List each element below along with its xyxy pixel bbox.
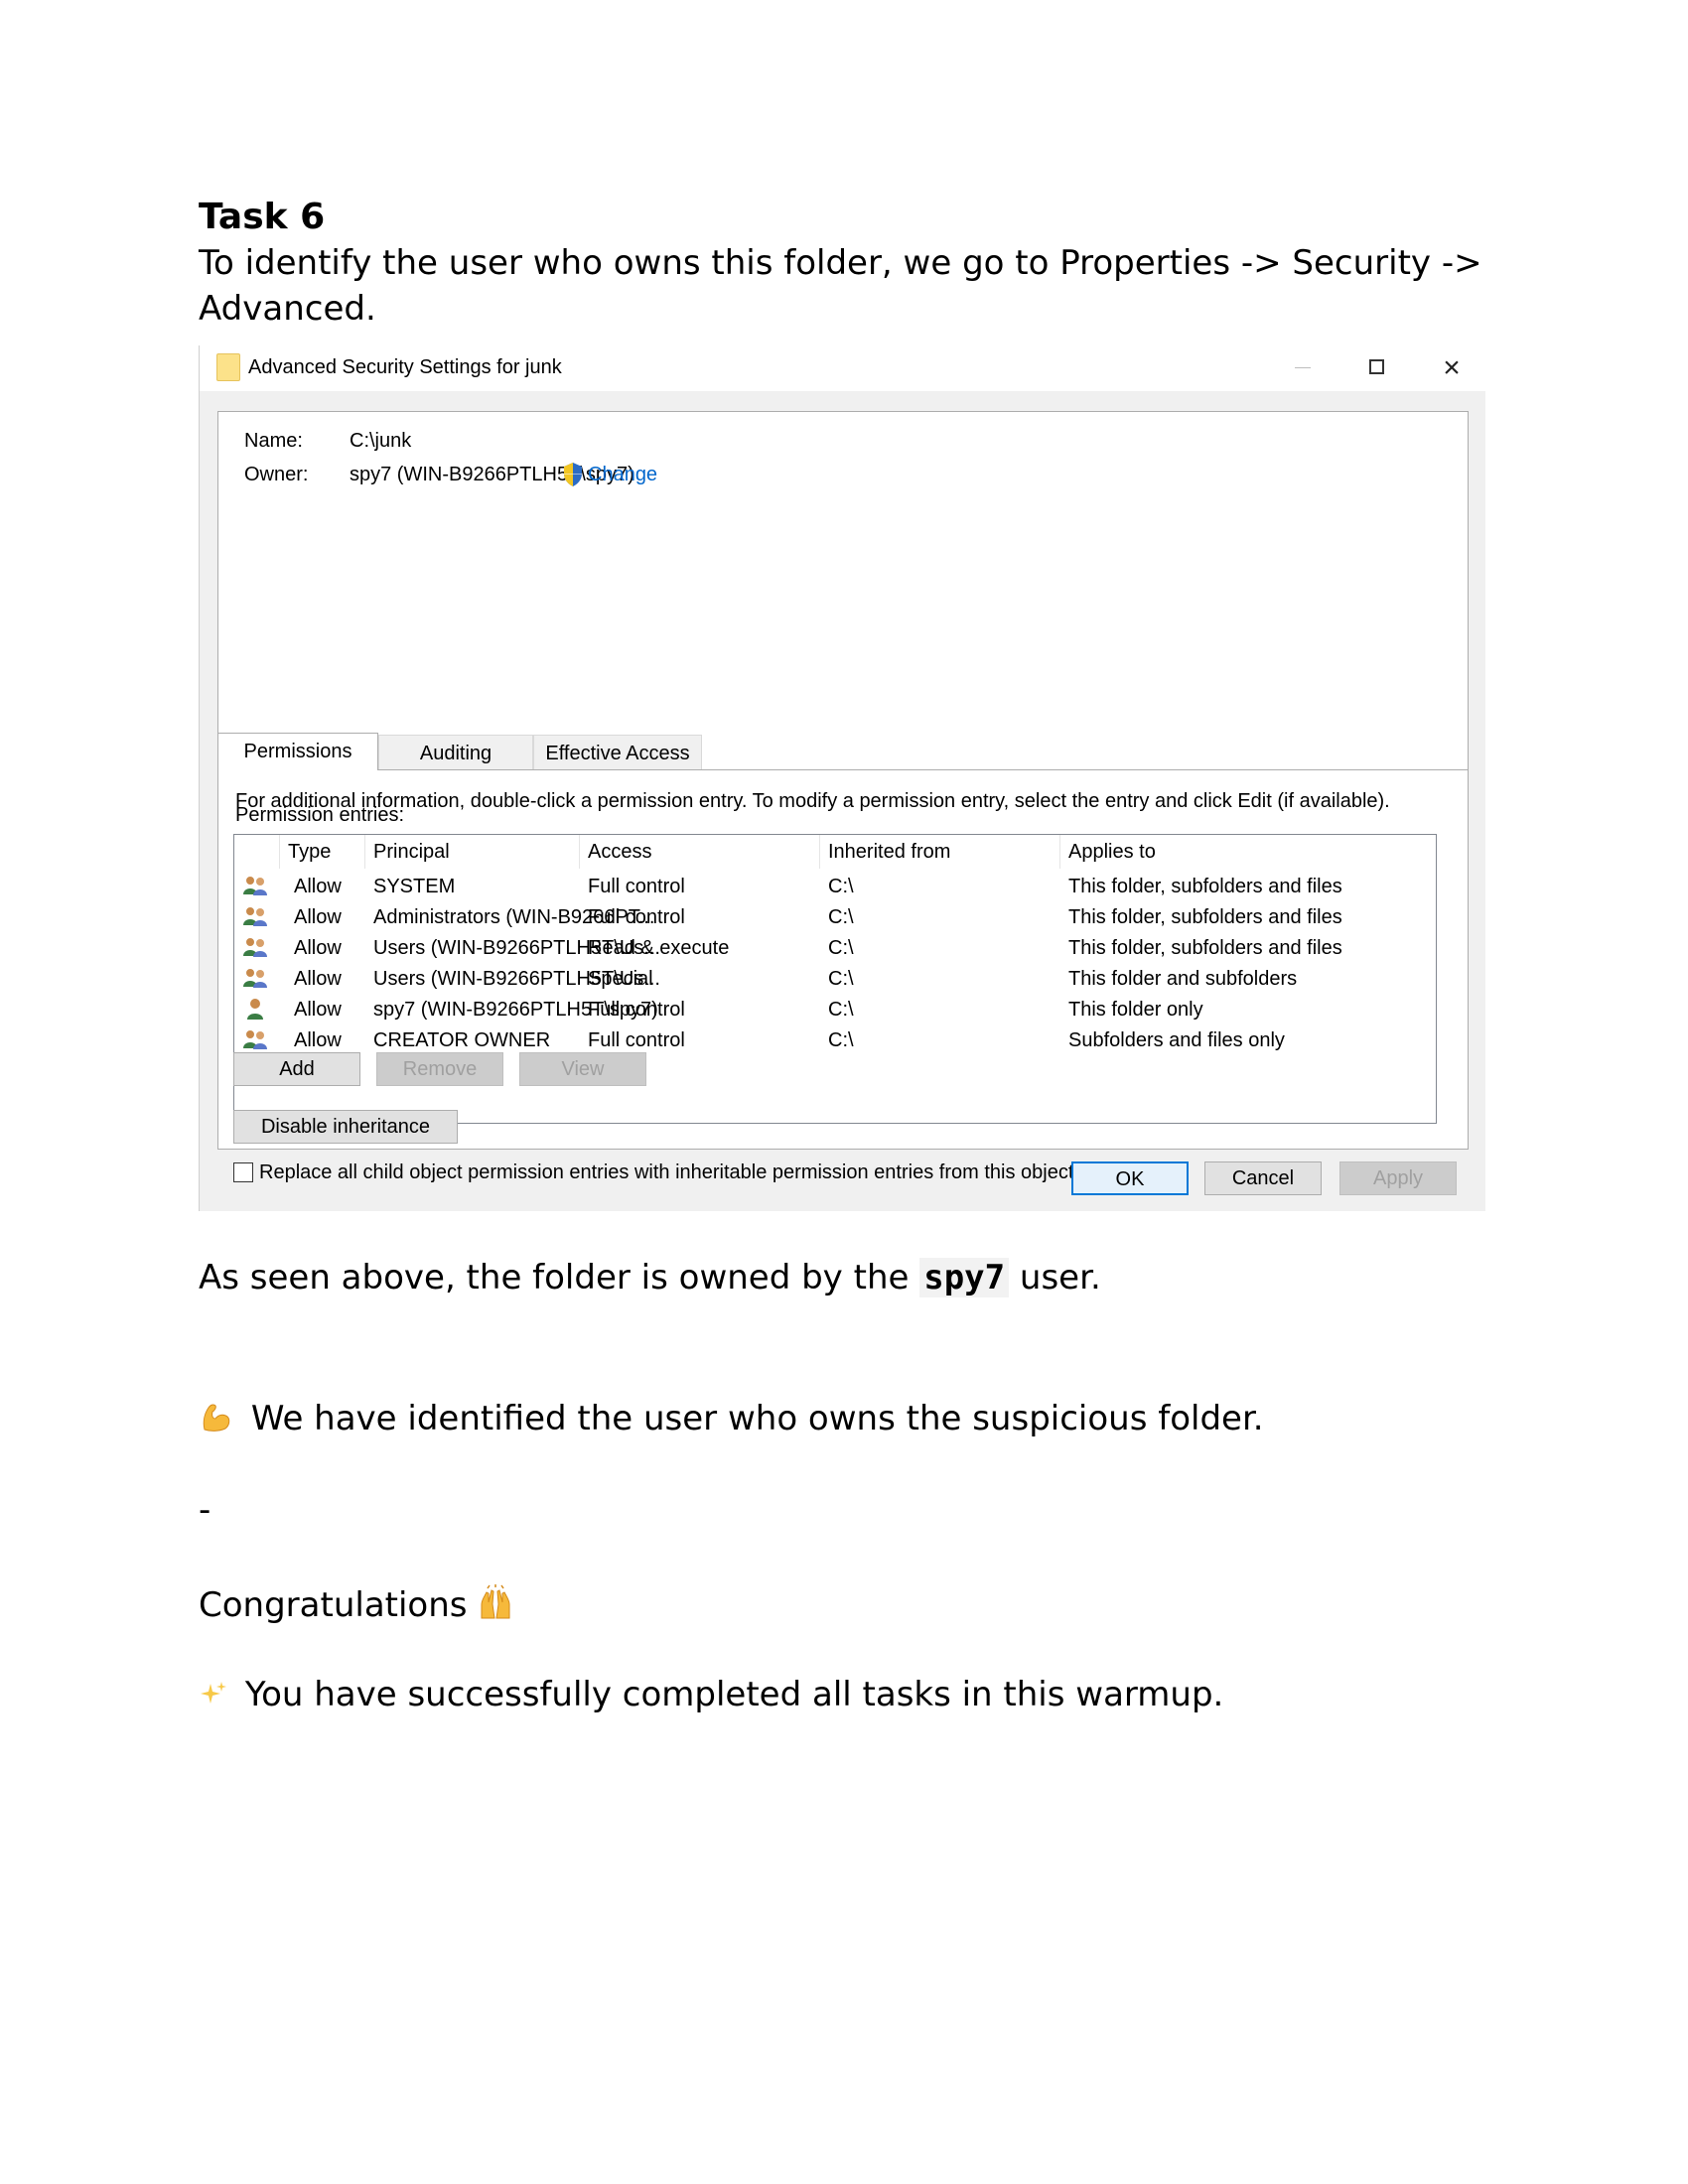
row-inherited-cell: C:\ [828, 937, 854, 959]
row-inherited-cell: C:\ [828, 1029, 854, 1051]
column-header-inherited[interactable]: Inherited from [820, 835, 1060, 869]
replace-entries-checkbox[interactable] [233, 1162, 253, 1182]
task-heading: Task 6 [199, 197, 326, 237]
table-row[interactable]: Allow Users (WIN-B9266PTLH5T\Us... Special… [234, 963, 1436, 995]
name-value: C:\junk [350, 430, 412, 452]
tab-divider [378, 769, 1469, 770]
remove-button[interactable]: Remove [376, 1052, 503, 1086]
sparkles-icon [201, 1682, 226, 1704]
separator-dash: - [199, 1490, 211, 1530]
row-inherited-cell: C:\ [828, 906, 854, 928]
single-user-icon [247, 999, 263, 1020]
row-access-cell: Read & execute [588, 937, 730, 959]
apply-button[interactable]: Apply [1339, 1161, 1457, 1195]
permission-entries-label: Permission entries: [235, 804, 405, 826]
row-applies-cell: This folder, subfolders and files [1068, 876, 1342, 897]
row-type-cell: Allow [294, 999, 342, 1021]
table-row[interactable]: Allow SYSTEM Full control C:\ This folder, s… [234, 871, 1436, 902]
row-inherited-cell: C:\ [828, 999, 854, 1021]
row-principal-cell: SYSTEM [373, 876, 456, 897]
cancel-button[interactable]: Cancel [1204, 1161, 1322, 1195]
column-header-access[interactable]: Access [580, 835, 820, 869]
row-type-cell: Allow [294, 906, 342, 928]
row-access-cell: Special [588, 968, 653, 990]
disable-inheritance-button[interactable]: Disable inheritance [233, 1110, 458, 1144]
add-button[interactable]: Add [233, 1052, 360, 1086]
ok-button[interactable]: OK [1071, 1161, 1189, 1195]
completed-text: You have successfully completed all task… [244, 1675, 1224, 1714]
row-inherited-cell: C:\ [828, 876, 854, 897]
row-type-cell: Allow [294, 876, 342, 897]
row-type-cell: Allow [294, 968, 342, 990]
replace-entries-label[interactable]: Replace all child object permission entr… [259, 1160, 1073, 1185]
row-applies-cell: This folder, subfolders and files [1068, 937, 1342, 959]
users-group-icon [243, 877, 267, 895]
row-inherited-cell: C:\ [828, 968, 854, 990]
folder-icon [216, 353, 240, 381]
column-header-applies[interactable]: Applies to [1060, 835, 1436, 869]
minimize-icon[interactable] [1278, 345, 1328, 391]
owner-label: Owner: [244, 464, 309, 485]
tab-auditing[interactable]: Auditing [378, 735, 533, 770]
users-group-icon [243, 907, 267, 926]
row-type-cell: Allow [294, 937, 342, 959]
congratulations-line: Congratulations [199, 1582, 513, 1628]
close-icon[interactable]: × [1427, 345, 1477, 391]
tab-permissions[interactable]: Permissions [217, 733, 378, 770]
view-button[interactable]: View [519, 1052, 646, 1086]
completed-line: You have successfully completed all task… [199, 1672, 1223, 1717]
row-applies-cell: This folder, subfolders and files [1068, 906, 1342, 928]
row-applies-cell: This folder and subfolders [1068, 968, 1298, 990]
tab-effective-access[interactable]: Effective Access [533, 735, 702, 770]
users-group-icon [243, 969, 267, 988]
column-header-type[interactable]: Type [280, 835, 365, 869]
title-bar[interactable]: Advanced Security Settings for junk × [200, 345, 1486, 391]
uac-shield-icon [564, 463, 582, 486]
info-text: For additional information, double-click… [235, 790, 1390, 812]
column-header-icon [234, 835, 280, 869]
owner-conclusion-prefix: As seen above, the folder is owned by th… [199, 1258, 920, 1297]
owner-conclusion: As seen above, the folder is owned by th… [199, 1255, 1101, 1300]
row-access-cell: Full control [588, 999, 685, 1021]
maximize-icon[interactable] [1353, 345, 1403, 391]
owner-username: spy7 [919, 1258, 1010, 1297]
row-applies-cell: Subfolders and files only [1068, 1029, 1285, 1051]
identified-text: We have identified the user who owns the… [250, 1399, 1264, 1438]
users-group-icon [243, 938, 267, 957]
users-group-icon [243, 1030, 267, 1049]
raising-hands-icon [481, 1584, 510, 1619]
column-header-principal[interactable]: Principal [365, 835, 580, 869]
row-applies-cell: This folder only [1068, 999, 1203, 1021]
congratulations-text: Congratulations [199, 1585, 468, 1625]
table-row[interactable]: Allow Users (WIN-B9266PTLH5T\Us... Read & … [234, 932, 1436, 964]
table-row[interactable]: Allow Administrators (WIN-B9266PT... Full … [234, 901, 1436, 933]
window-title: Advanced Security Settings for junk [248, 356, 562, 378]
row-access-cell: Full control [588, 906, 685, 928]
change-owner-link[interactable]: Change [588, 462, 657, 487]
advanced-security-dialog: Advanced Security Settings for junk × Na… [199, 345, 1486, 1211]
table-row[interactable]: Allow spy7 (WIN-B9266PTLH5T\spy7) Full con… [234, 994, 1436, 1025]
row-access-cell: Full control [588, 876, 685, 897]
flexed-biceps-icon [203, 1404, 230, 1432]
name-label: Name: [244, 430, 303, 452]
owner-conclusion-suffix: user. [1009, 1258, 1101, 1297]
intro-paragraph: To identify the user who owns this folde… [199, 243, 1482, 329]
identified-line: We have identified the user who owns the… [199, 1396, 1264, 1441]
